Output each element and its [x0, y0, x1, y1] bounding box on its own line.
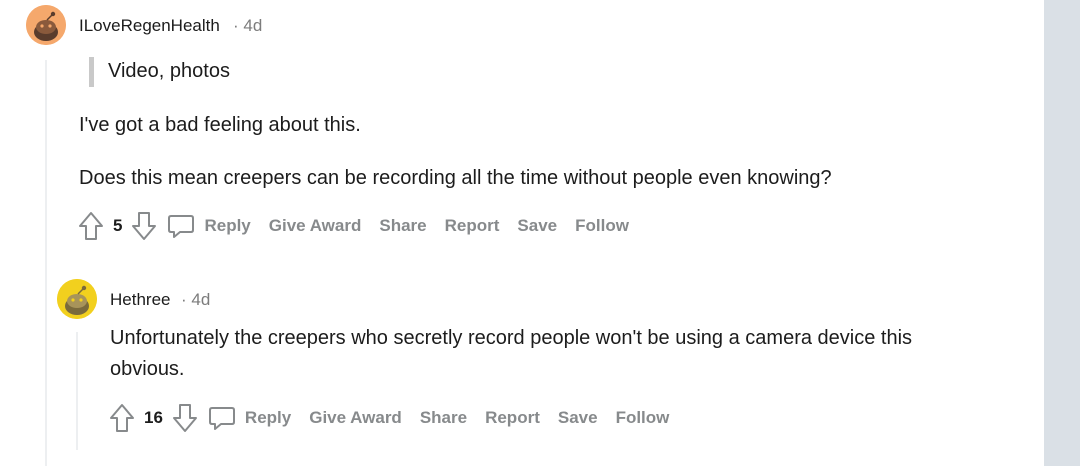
snoo-avatar-icon	[57, 279, 97, 319]
give-award-button[interactable]: Give Award	[269, 216, 362, 236]
share-button[interactable]: Share	[420, 408, 467, 428]
save-button[interactable]: Save	[517, 216, 557, 236]
share-button[interactable]: Share	[379, 216, 426, 236]
reply-label: Reply	[204, 216, 251, 235]
thread-line-1[interactable]	[45, 60, 47, 466]
vote-count: 5	[113, 216, 123, 235]
upvote-icon[interactable]	[77, 210, 105, 242]
reply-button[interactable]: Reply	[207, 403, 291, 433]
snoo-avatar-2[interactable]	[57, 279, 97, 319]
comment-age[interactable]: · 4d	[181, 290, 210, 310]
snoo-avatar-icon	[26, 5, 66, 45]
reply-label: Reply	[244, 408, 292, 427]
comment-author[interactable]: ILoveRegenHealth	[79, 16, 220, 36]
report-button[interactable]: Report	[445, 216, 500, 236]
speech-bubble-icon	[168, 215, 195, 238]
snoo-avatar-1[interactable]	[26, 5, 66, 45]
comment-paragraph-2: obvious.	[110, 358, 185, 380]
upvote-icon[interactable]	[108, 402, 136, 434]
comment-quote: Video, photos	[108, 60, 230, 82]
downvote-icon[interactable]	[130, 210, 158, 242]
comment-author[interactable]: Hethree	[110, 290, 170, 310]
give-award-button[interactable]: Give Award	[309, 408, 402, 428]
save-button[interactable]: Save	[558, 408, 598, 428]
comment-paragraph-2: Does this mean creepers can be recording…	[79, 167, 832, 189]
report-button[interactable]: Report	[485, 408, 540, 428]
thread-line-2[interactable]	[76, 332, 78, 450]
follow-button[interactable]: Follow	[575, 216, 629, 236]
speech-bubble-icon	[208, 407, 235, 430]
comment-age[interactable]: · 4d	[233, 16, 262, 36]
comment-actions-1: 5 Reply Give Award Share Report Save Fol…	[77, 209, 647, 243]
vote-count: 16	[144, 408, 163, 427]
downvote-icon[interactable]	[171, 402, 199, 434]
reply-button[interactable]: Reply	[166, 211, 251, 241]
right-gutter	[1044, 0, 1080, 466]
comment-paragraph-1: Unfortunately the creepers who secretly …	[110, 327, 913, 349]
comment-actions-2: 16 Reply Give Award Share Report Save Fo…	[108, 401, 687, 435]
comment-paragraph-1: I've got a bad feeling about this.	[79, 114, 361, 136]
follow-button[interactable]: Follow	[616, 408, 670, 428]
quote-bar	[89, 57, 94, 87]
